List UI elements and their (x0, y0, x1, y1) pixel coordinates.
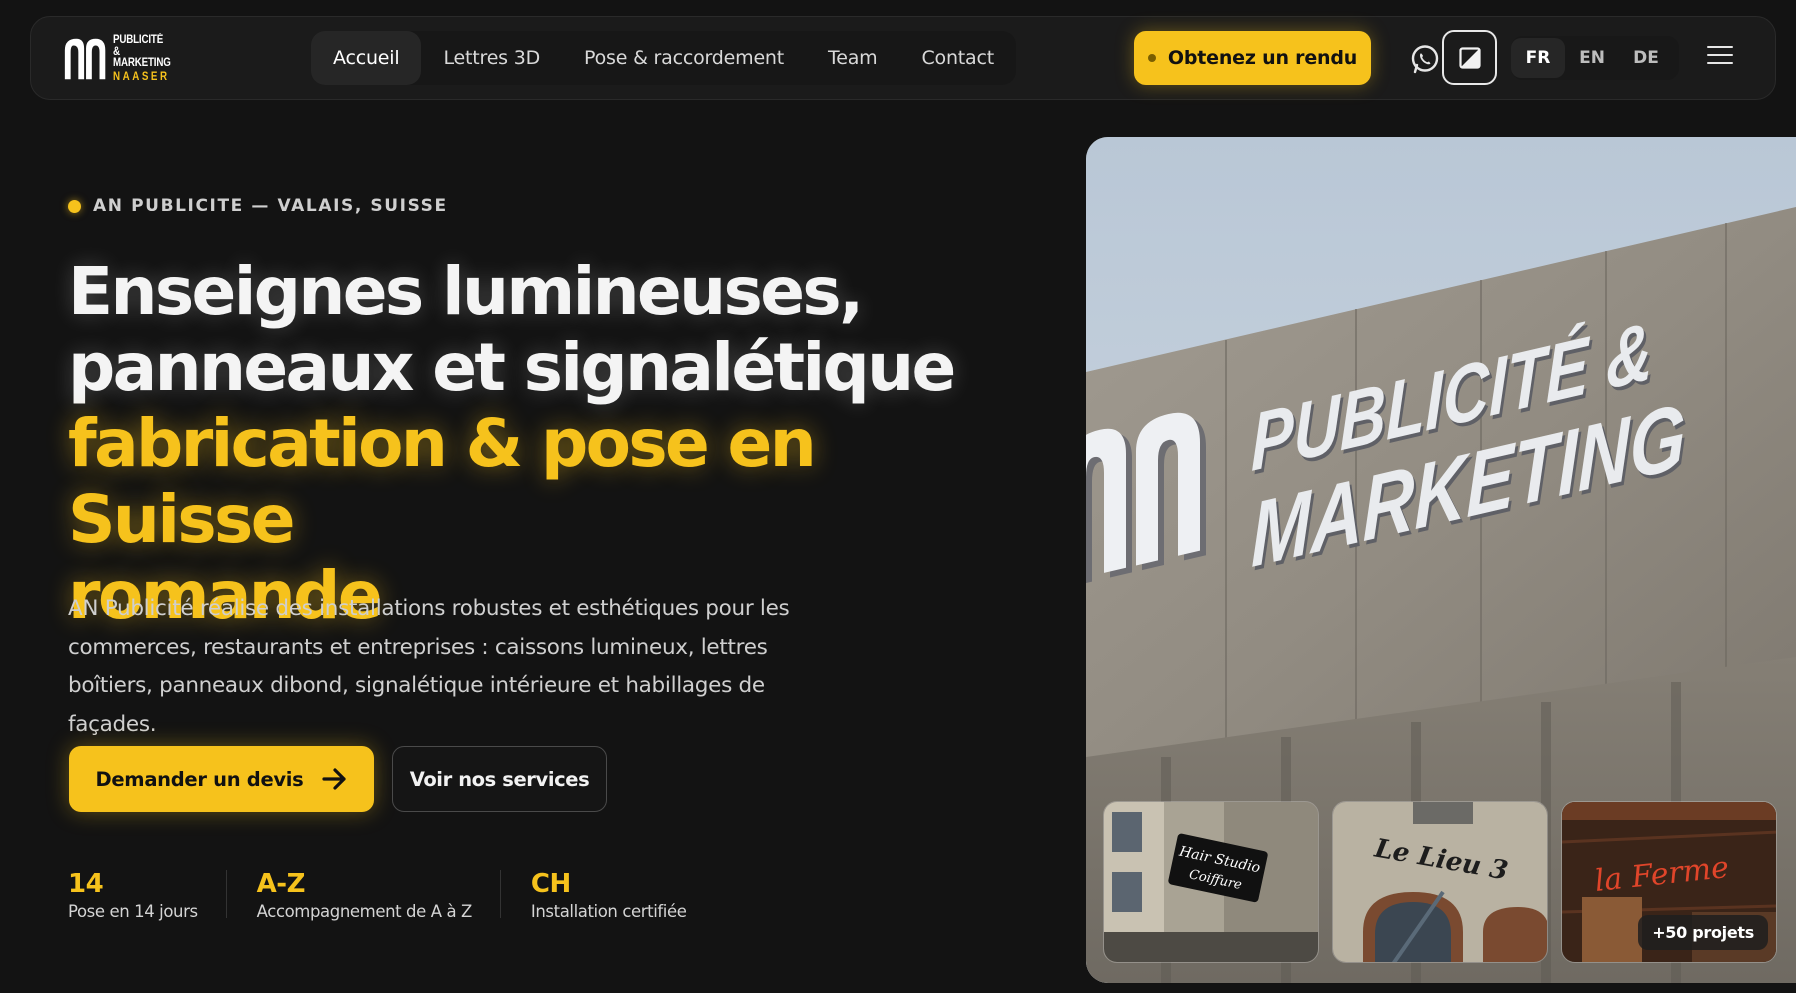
project-thumbnails: Hair Studio Coiffure Le Lieu 3 la Ferme … (1103, 801, 1790, 963)
nav-item-contact[interactable]: Contact (899, 31, 1016, 85)
an-logo-icon (64, 38, 106, 80)
logo-line-2: MARKETING (113, 57, 171, 69)
eyebrow-text: AN PUBLICITE — VALAIS, SUISSE (93, 196, 448, 216)
get-render-button[interactable]: Obtenez un rendu (1134, 31, 1371, 85)
lang-en[interactable]: EN (1565, 38, 1619, 78)
lang-de[interactable]: DE (1619, 38, 1673, 78)
whatsapp-icon[interactable] (1409, 43, 1441, 75)
hero-lead: AN Publicité réalise des installations r… (68, 596, 790, 737)
view-services-button[interactable]: Voir nos services (392, 746, 607, 812)
stat-label: Pose en 14 jours (68, 902, 198, 921)
language-switcher: FR EN DE (1511, 36, 1679, 80)
stat-item: A-Z Accompagnement de A à Z (256, 869, 501, 921)
contrast-icon (1458, 46, 1481, 69)
nav-item-pose-raccordement[interactable]: Pose & raccordement (562, 31, 806, 85)
stat-label: Accompagnement de A à Z (256, 902, 473, 921)
hero-eyebrow: AN PUBLICITE — VALAIS, SUISSE (68, 196, 448, 216)
stat-item: 14 Pose en 14 jours (68, 869, 227, 921)
hero-image: PUBLICITÉ & PUBLICITÉ & MARKETING MARKET… (1086, 137, 1796, 983)
thumbnail-hair-studio[interactable]: Hair Studio Coiffure (1103, 801, 1319, 963)
main-nav: Accueil Lettres 3D Pose & raccordement T… (311, 31, 1016, 85)
nav-item-team[interactable]: Team (806, 31, 899, 85)
hair-studio-photo: Hair Studio Coiffure (1104, 802, 1318, 962)
request-quote-button[interactable]: Demander un devis (69, 746, 374, 812)
headline-line-2: panneaux et signalétique (68, 329, 956, 406)
projects-count-badge[interactable]: +50 projets (1638, 915, 1768, 950)
logo-line-1: PUBLICITÉ & (113, 34, 164, 58)
hero-headline: Enseignes lumineuses, panneaux et signal… (68, 254, 968, 634)
stat-value: A-Z (256, 869, 306, 899)
request-quote-label: Demander un devis (95, 767, 304, 791)
theme-toggle-button[interactable] (1442, 30, 1497, 85)
logo-line-3: NAASER (113, 70, 170, 83)
stat-value: CH (530, 869, 571, 899)
arrow-right-icon (321, 768, 346, 790)
le-lieu-photo: Le Lieu 3 (1333, 802, 1547, 962)
hero-stats: 14 Pose en 14 jours A-Z Accompagnement d… (68, 869, 745, 921)
headline-line-1: Enseignes lumineuses, (68, 253, 864, 330)
logo[interactable]: PUBLICITÉ & MARKETING NAASER (61, 33, 181, 85)
nav-item-lettres-3d[interactable]: Lettres 3D (421, 31, 562, 85)
stat-label: Installation certifiée (530, 902, 687, 921)
nav-item-accueil[interactable]: Accueil (311, 31, 422, 85)
dot-icon (68, 199, 81, 213)
stat-item: CH Installation certifiée (530, 869, 715, 921)
site-header: PUBLICITÉ & MARKETING NAASER Accueil Let… (30, 16, 1776, 100)
hamburger-icon[interactable] (1707, 46, 1733, 64)
logo-text: PUBLICITÉ & MARKETING NAASER (113, 34, 181, 83)
headline-line-3: fabrication & pose en Suisse (68, 405, 817, 558)
lang-fr[interactable]: FR (1511, 38, 1565, 78)
thumbnail-le-lieu[interactable]: Le Lieu 3 (1332, 801, 1548, 963)
dot-icon (1147, 54, 1156, 62)
thumbnail-la-ferme[interactable]: la Ferme +50 projets (1561, 801, 1777, 963)
get-render-label: Obtenez un rendu (1167, 47, 1358, 69)
stat-value: 14 (68, 869, 104, 899)
